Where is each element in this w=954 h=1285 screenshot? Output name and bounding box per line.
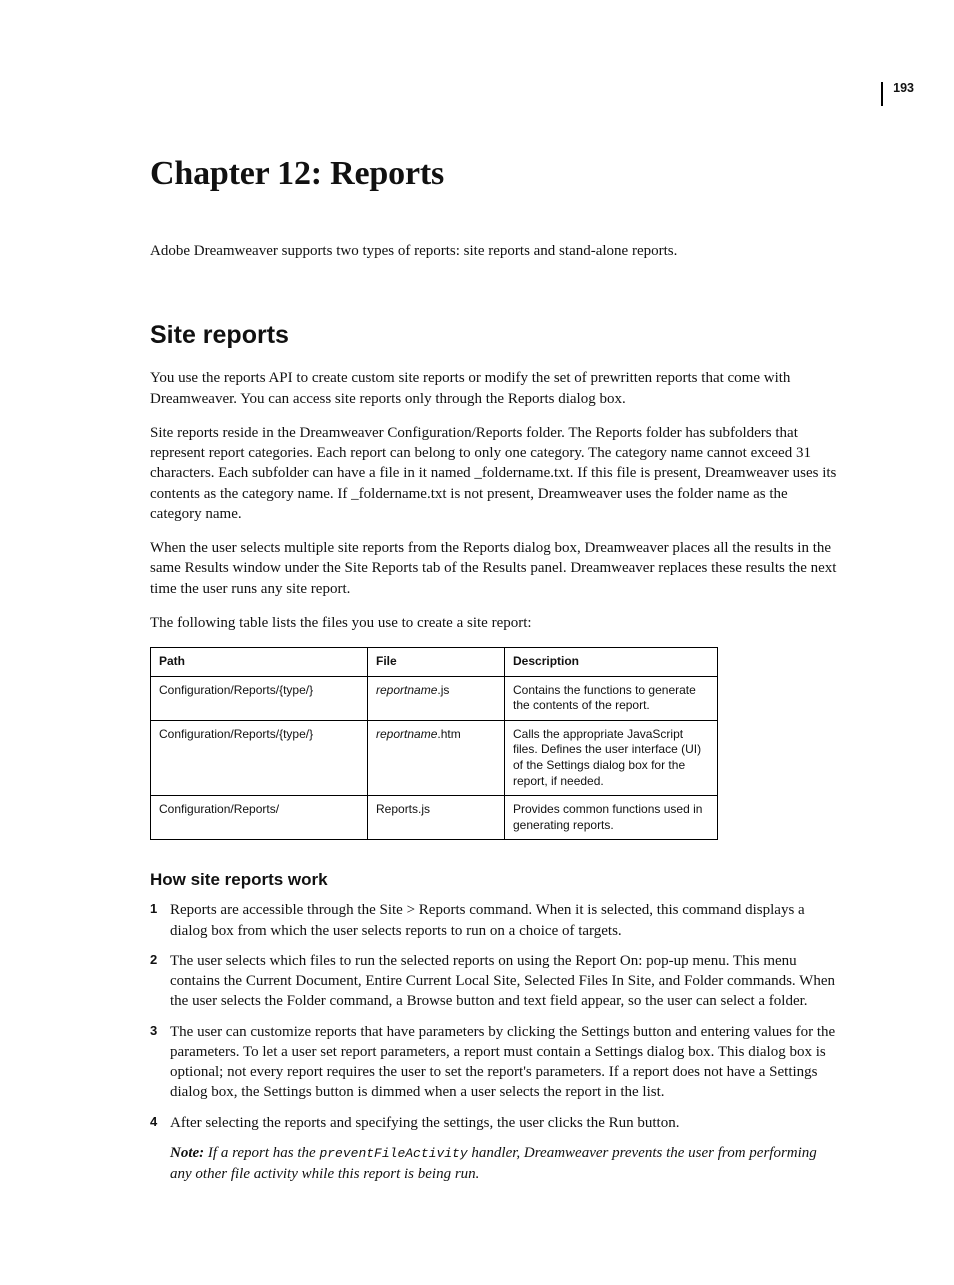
- table-header: File: [368, 648, 505, 677]
- note: Note: If a report has the preventFileAct…: [170, 1143, 839, 1185]
- table-cell-file: Reports.js: [368, 796, 505, 840]
- chapter-title: Chapter 12: Reports: [150, 155, 839, 193]
- files-table: Path File Description Configuration/Repo…: [150, 647, 718, 840]
- table-cell-file: reportname.htm: [368, 720, 505, 795]
- table-row: Configuration/Reports/{type/} reportname…: [151, 720, 718, 795]
- list-item: Reports are accessible through the Site …: [150, 900, 839, 941]
- page-number: 193: [881, 82, 914, 106]
- note-text: If a report has the: [204, 1145, 319, 1161]
- intro-paragraph: Adobe Dreamweaver supports two types of …: [150, 241, 839, 261]
- table-row: Configuration/Reports/ Reports.js Provid…: [151, 796, 718, 840]
- table-cell-path: Configuration/Reports/{type/}: [151, 720, 368, 795]
- section-title: Site reports: [150, 321, 839, 350]
- table-cell-path: Configuration/Reports/{type/}: [151, 676, 368, 720]
- table-cell-desc: Contains the functions to generate the c…: [505, 676, 718, 720]
- list-item: The user can customize reports that have…: [150, 1022, 839, 1103]
- table-cell-file: reportname.js: [368, 676, 505, 720]
- steps-list: Reports are accessible through the Site …: [150, 900, 839, 1133]
- table-header-row: Path File Description: [151, 648, 718, 677]
- table-cell-desc: Provides common functions used in genera…: [505, 796, 718, 840]
- note-code: preventFileActivity: [319, 1146, 467, 1161]
- note-label: Note:: [170, 1145, 204, 1161]
- table-row: Configuration/Reports/{type/} reportname…: [151, 676, 718, 720]
- list-item: The user selects which files to run the …: [150, 951, 839, 1012]
- table-header: Path: [151, 648, 368, 677]
- list-item: After selecting the reports and specifyi…: [150, 1113, 839, 1133]
- subsection-title: How site reports work: [150, 870, 839, 890]
- body-paragraph: When the user selects multiple site repo…: [150, 538, 839, 599]
- body-paragraph: Site reports reside in the Dreamweaver C…: [150, 423, 839, 524]
- table-header: Description: [505, 648, 718, 677]
- table-cell-desc: Calls the appropriate JavaScript files. …: [505, 720, 718, 795]
- body-paragraph: You use the reports API to create custom…: [150, 368, 839, 409]
- table-cell-path: Configuration/Reports/: [151, 796, 368, 840]
- body-paragraph: The following table lists the files you …: [150, 613, 839, 633]
- page: 193 Chapter 12: Reports Adobe Dreamweave…: [0, 0, 954, 1285]
